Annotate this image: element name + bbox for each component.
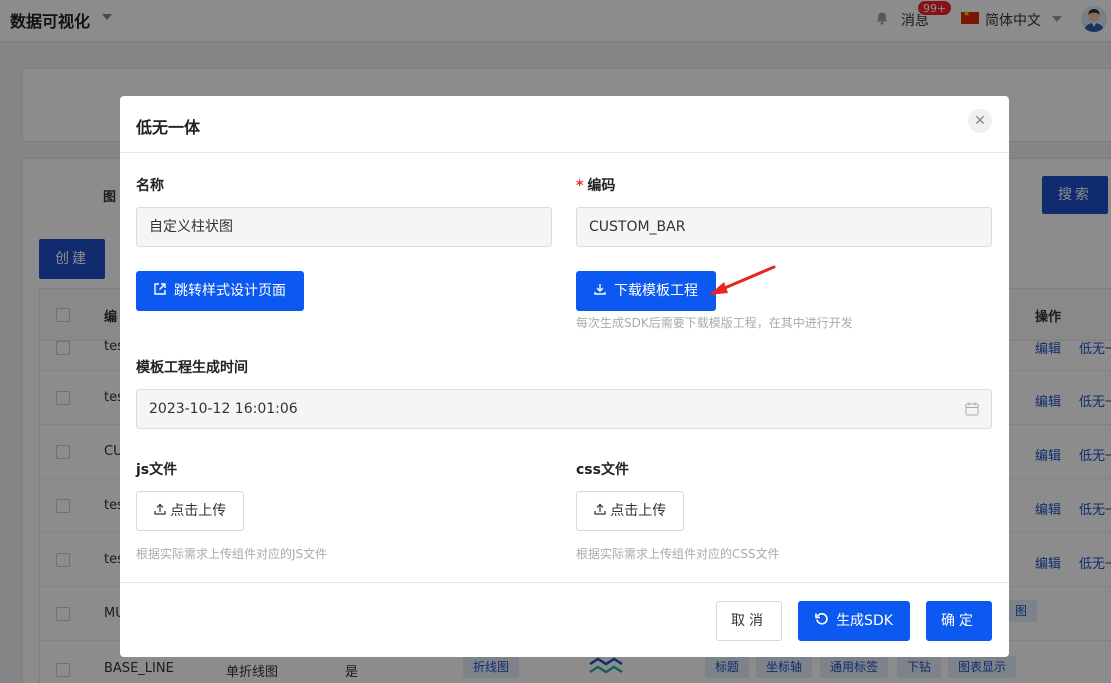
download-hint: 每次生成SDK后需要下载模版工程，在其中进行开发: [576, 316, 853, 330]
css-file-label: css文件: [576, 462, 629, 478]
confirm-button[interactable]: 确定: [926, 601, 992, 641]
generate-sdk-button[interactable]: 生成SDK: [798, 601, 910, 641]
cancel-button[interactable]: 取消: [716, 601, 782, 641]
css-upload-button[interactable]: 点击上传: [576, 491, 684, 531]
code-input[interactable]: CUSTOM_BAR: [576, 207, 992, 247]
gen-time-value: 2023-10-12 16:01:06: [149, 401, 298, 417]
upload-icon: [594, 503, 610, 519]
download-icon: [594, 272, 606, 312]
download-template-button[interactable]: 下载模板工程: [576, 271, 716, 311]
download-template-label: 下载模板工程: [614, 283, 698, 299]
modal-header: 低无一体 ✕: [120, 96, 1009, 153]
refresh-icon: [815, 602, 828, 642]
modal-title: 低无一体: [136, 118, 201, 137]
calendar-icon: [965, 402, 979, 416]
jump-style-design-label: 跳转样式设计页面: [174, 283, 286, 299]
css-upload-label: 点击上传: [610, 503, 667, 519]
jump-style-design-button[interactable]: 跳转样式设计页面: [136, 271, 304, 311]
gen-time-label: 模板工程生成时间: [136, 360, 248, 376]
external-link-icon: [154, 272, 166, 312]
gen-time-input[interactable]: 2023-10-12 16:01:06: [136, 389, 992, 429]
js-upload-button[interactable]: 点击上传: [136, 491, 244, 531]
code-label-text: 编码: [587, 178, 616, 194]
upload-icon: [154, 503, 170, 519]
name-input[interactable]: 自定义柱状图: [136, 207, 552, 247]
js-hint: 根据实际需求上传组件对应的JS文件: [136, 547, 328, 561]
css-hint: 根据实际需求上传组件对应的CSS文件: [576, 547, 780, 561]
annotation-arrow-icon: [709, 265, 776, 295]
code-label: * 编码: [576, 175, 615, 195]
close-icon[interactable]: ✕: [968, 109, 992, 133]
lowcode-modal: 低无一体 ✕ 名称 自定义柱状图 * 编码 CUSTOM_BAR 跳转样式设计页面…: [120, 96, 1009, 657]
name-label: 名称: [136, 178, 164, 194]
js-file-label: js文件: [136, 462, 178, 478]
modal-footer: 取消 生成SDK 确定: [120, 582, 1009, 657]
required-mark: *: [576, 178, 584, 194]
js-upload-label: 点击上传: [170, 503, 227, 519]
generate-sdk-label: 生成SDK: [836, 613, 893, 629]
